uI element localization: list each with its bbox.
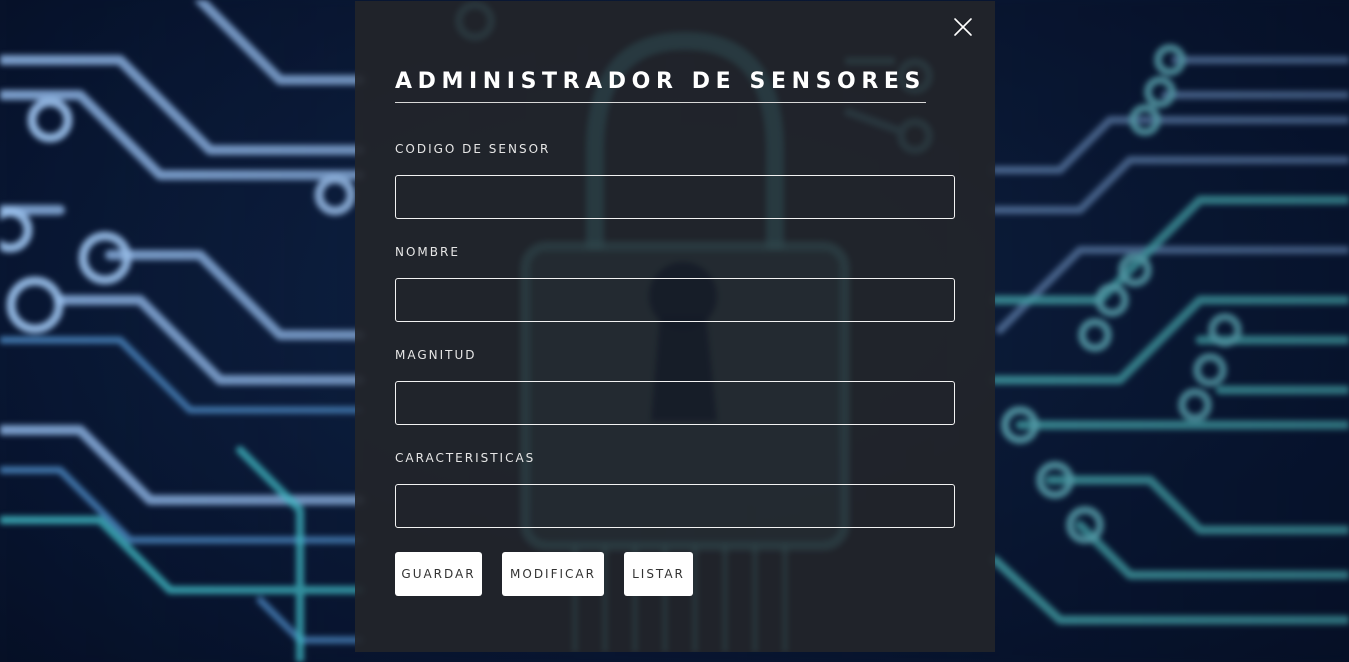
sensor-admin-modal: ADMINISTRADOR DE SENSORES CODIGO DE SENS…: [355, 1, 995, 652]
name-input[interactable]: [395, 278, 955, 322]
save-button[interactable]: GUARDAR: [395, 552, 482, 596]
modify-button[interactable]: MODIFICAR: [502, 552, 604, 596]
sensor-code-label: CODIGO DE SENSOR: [395, 142, 551, 156]
characteristics-label: CARACTERISTICAS: [395, 451, 536, 465]
name-label: NOMBRE: [395, 245, 460, 259]
close-button[interactable]: [951, 15, 975, 39]
sensor-code-input[interactable]: [395, 175, 955, 219]
close-icon: [954, 18, 972, 36]
modal-title: ADMINISTRADOR DE SENSORES: [395, 69, 926, 103]
list-button[interactable]: LISTAR: [624, 552, 693, 596]
characteristics-input[interactable]: [395, 484, 955, 528]
magnitude-input[interactable]: [395, 381, 955, 425]
magnitude-label: MAGNITUD: [395, 348, 477, 362]
